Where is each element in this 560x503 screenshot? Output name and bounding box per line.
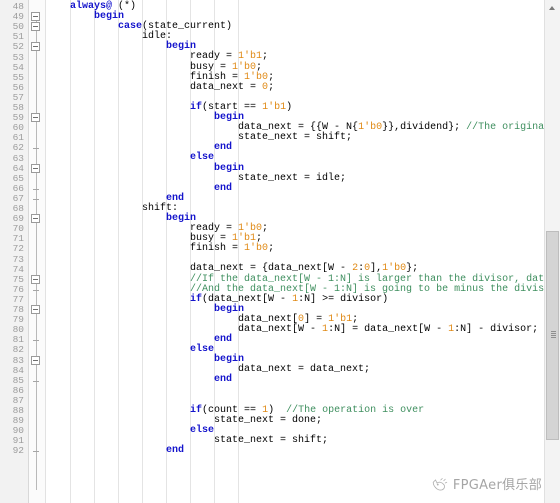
scroll-thumb-grip-icon [551,331,556,338]
code-folding-gutter[interactable] [29,0,46,503]
code-token: end [214,142,233,154]
fold-end-marker [33,340,39,342]
line-number-gutter: 48 49 50 51 52 53 54 55 56 57 58 59 60 61 62 63 64 65 66 67… [0,0,29,503]
code-token: end [166,445,185,457]
line-number: 92 [12,445,24,457]
code-token: ; [262,51,269,63]
fold-toggle-icon[interactable] [31,22,40,32]
code-editor[interactable]: always@ (*) begin case(state_current) id… [0,0,560,503]
code-token: ) [286,101,293,113]
code-token: :N] - divisor; [454,324,539,335]
line-number: 82 [12,344,24,356]
fold-toggle-icon[interactable] [31,355,40,365]
watermark: FPGAer俱乐部 [431,477,542,495]
code-token: 1'b1 [262,101,287,113]
fold-end-marker [33,198,39,200]
fold-end-marker [33,289,39,291]
code-line[interactable]: data_next = 0; [46,81,560,93]
fold-toggle-icon[interactable] [31,274,40,284]
fold-end-marker [33,148,39,150]
fold-toggle-icon[interactable] [31,42,40,52]
code-canvas[interactable]: always@ (*) begin case(state_current) id… [46,0,560,503]
fold-spine [36,12,37,490]
fold-toggle-icon[interactable] [31,12,40,22]
vertical-scrollbar[interactable] [544,0,560,503]
fold-toggle-icon[interactable] [31,113,40,123]
code-token: :N] >= divisor) [298,293,389,305]
line-number: 72 [12,243,24,255]
code-line[interactable]: end [46,375,560,385]
fold-toggle-icon[interactable] [31,163,40,173]
fox-logo-icon [432,478,448,491]
code-token: end [214,182,233,194]
fold-end-marker [33,380,39,382]
code-lines: always@ (*) begin case(state_current) id… [46,1,560,456]
code-token: finish = [46,243,245,255]
line-number: 52 [12,41,24,53]
line-number: 62 [12,142,24,154]
fold-toggle-icon[interactable] [31,214,40,224]
code-token: 1'b0 [358,122,383,134]
code-token: ; [268,81,275,93]
code-token: end [214,374,233,386]
code-token: ; [262,223,269,235]
fold-end-marker [33,451,39,453]
code-token: :N] = data_next[W - [328,324,449,335]
code-line[interactable]: finish = 1'b0; [46,244,560,254]
fold-toggle-icon[interactable] [31,305,40,314]
watermark-text: FPGAer俱乐部 [452,477,542,493]
code-line[interactable]: end [46,446,560,456]
code-token: data_next = [46,81,263,93]
code-token: }},dividend}; [382,122,467,134]
scroll-up-arrow-icon[interactable] [545,0,560,14]
code-line[interactable] [46,386,560,396]
code-token: 1'b0 [244,243,269,255]
fold-end-marker [33,188,39,190]
scrollbar-thumb[interactable] [546,231,559,440]
code-token: ; [268,243,275,255]
code-token: end [214,334,233,346]
